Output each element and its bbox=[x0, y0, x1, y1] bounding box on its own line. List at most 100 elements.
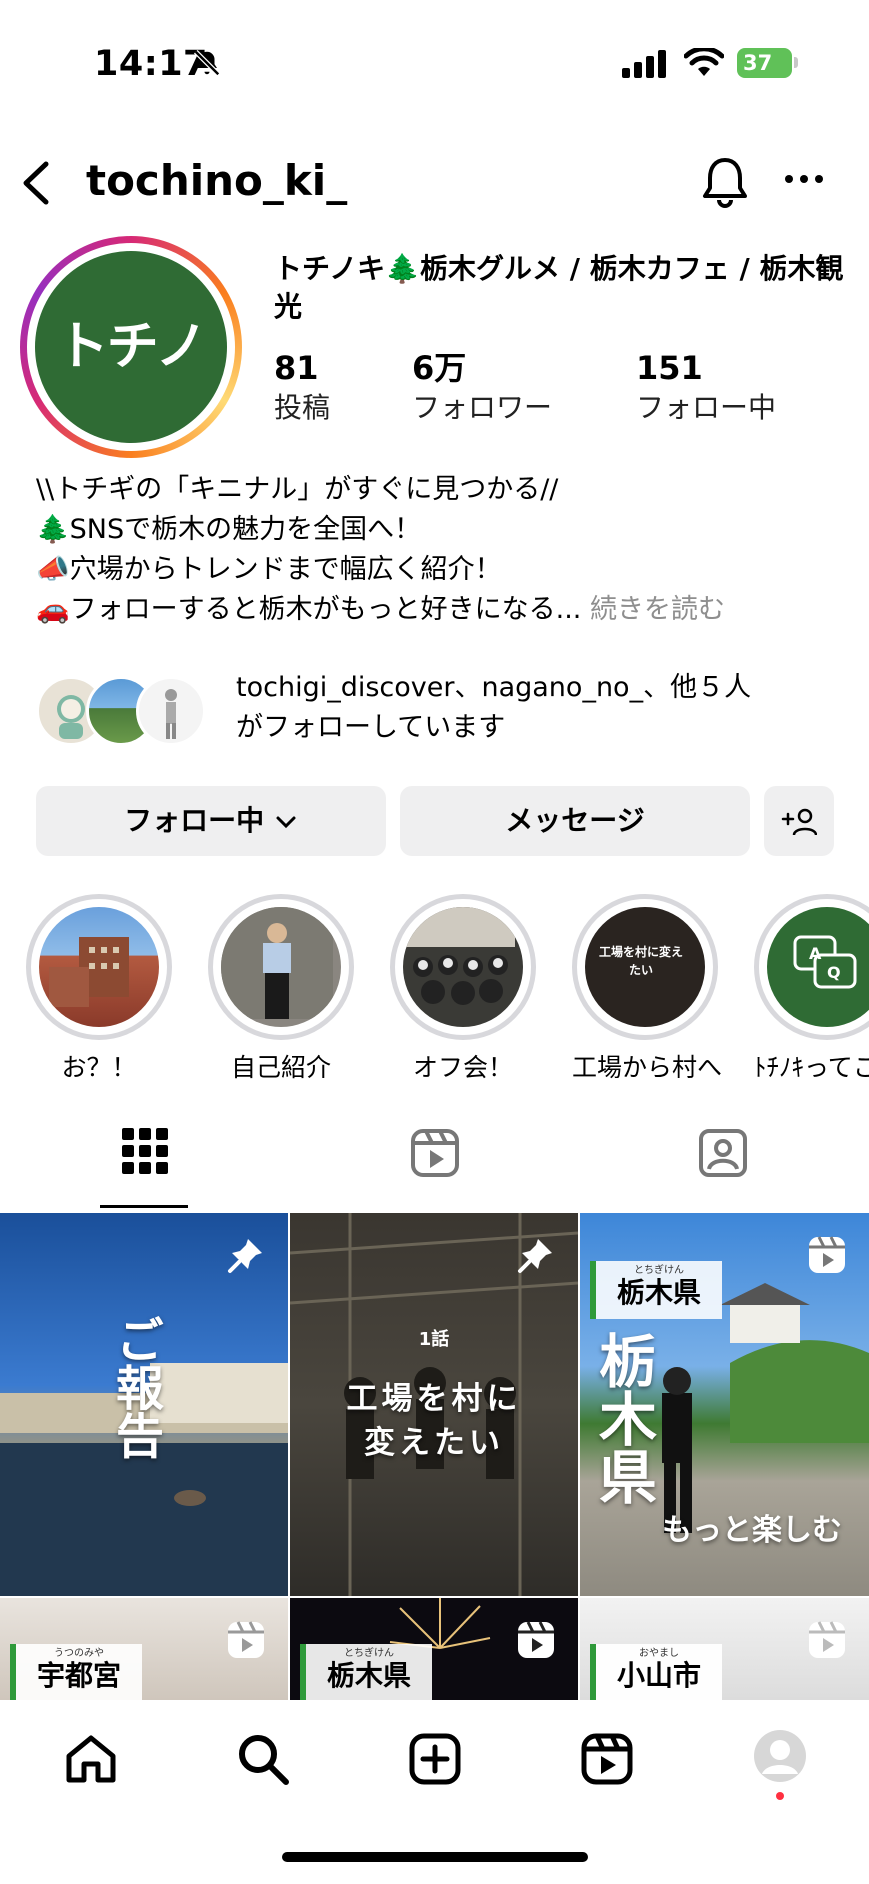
profile-bio: \\トチギの「キニナル」がすぐに見つかる// 🌲SNSで栃木の魅力を全国へ！ 📣… bbox=[36, 470, 846, 630]
username-title: tochino_ki_ bbox=[86, 156, 348, 205]
bio-more-link[interactable]: 続きを読む bbox=[590, 594, 725, 625]
tagged-tab-icon[interactable] bbox=[698, 1128, 748, 1182]
highlight-label: ﾄﾁﾉｷってこ bbox=[754, 1053, 869, 1082]
profile-avatar[interactable]: トチノキ bbox=[20, 236, 242, 569]
highlight-item[interactable]: お？！ bbox=[26, 894, 172, 1084]
message-button[interactable]: メッセージ bbox=[400, 786, 750, 856]
highlight-item[interactable]: 工場を村に変えたい 工場から村へ bbox=[572, 894, 723, 1084]
highlight-item[interactable]: AQ ﾄﾁﾉｷってこ bbox=[754, 894, 869, 1084]
reel-icon bbox=[516, 1620, 556, 1664]
chevron-down-icon bbox=[274, 804, 298, 837]
location-tag: とちぎけん 栃木県 bbox=[590, 1261, 722, 1319]
home-indicator bbox=[282, 1852, 588, 1862]
stat-followers-label: フォロワー bbox=[412, 391, 553, 424]
profile-header: tochino_ki_ bbox=[0, 150, 869, 220]
bio-line: 🚗フォローすると栃木がもっと好きになる... 続きを読む bbox=[36, 590, 846, 630]
highlight-item[interactable]: オフ会！ bbox=[390, 894, 536, 1084]
profile-avatar-nav[interactable] bbox=[752, 1728, 808, 1788]
pin-icon bbox=[226, 1235, 266, 1279]
stat-following-label: フォロー中 bbox=[636, 391, 777, 424]
highlight-label: 自己紹介 bbox=[230, 1053, 331, 1082]
suggest-people-button[interactable] bbox=[764, 786, 834, 856]
brand-logo: トチノキ bbox=[35, 251, 227, 569]
following-label: フォロー中 bbox=[124, 804, 265, 837]
pin-icon bbox=[516, 1235, 556, 1279]
highlight-cover bbox=[39, 907, 159, 1027]
post-caption: 工場を村に bbox=[346, 1381, 522, 1417]
active-tab-indicator bbox=[100, 1205, 188, 1208]
grid-tab-icon[interactable] bbox=[122, 1128, 168, 1178]
highlight-label: 工場から村へ bbox=[572, 1053, 723, 1082]
bio-line-text: 🚗フォローすると栃木がもっと好きになる... bbox=[36, 594, 582, 625]
wifi-icon bbox=[683, 46, 725, 82]
stat-posts-value: 81 bbox=[274, 349, 319, 387]
mutual-followers[interactable]: tochigi_discover、nagano_no_、他５人 がフォローしてい… bbox=[36, 668, 856, 748]
location-tag-ruby: うつのみや bbox=[54, 1648, 104, 1659]
mutual-followers-text: tochigi_discover、nagano_no_、他５人 がフォローしてい… bbox=[236, 668, 856, 748]
stat-followers[interactable]: 6万 フォロワー bbox=[412, 348, 552, 428]
svg-text:Q: Q bbox=[827, 963, 841, 982]
reel-icon bbox=[807, 1235, 847, 1279]
location-tag-text: 栃木県 bbox=[326, 1659, 411, 1692]
cellular-signal-icon bbox=[622, 50, 666, 82]
location-tag-ruby: とちぎけん bbox=[634, 1265, 684, 1276]
post-tile[interactable]: とちぎけん 栃木県 bbox=[290, 1598, 578, 1700]
reel-icon bbox=[807, 1620, 847, 1664]
post-tile[interactable]: うつのみや 宇都宮 bbox=[0, 1598, 288, 1700]
post-tile[interactable]: おやまし 小山市 bbox=[580, 1598, 869, 1700]
mutual-followers-names: tochigi_discover、nagano_no_、他５人 bbox=[236, 672, 752, 703]
reel-icon bbox=[226, 1620, 266, 1664]
location-tag: うつのみや 宇都宮 bbox=[10, 1644, 142, 1700]
mutual-avatar bbox=[136, 676, 206, 746]
location-tag: おやまし 小山市 bbox=[590, 1644, 722, 1700]
location-tag: とちぎけん 栃木県 bbox=[300, 1644, 432, 1700]
post-caption-vertical: ご報告 bbox=[107, 1315, 163, 1459]
display-name: トチノキ🌲栃木グルメ / 栃木カフェ / 栃木観光 bbox=[274, 252, 844, 323]
create-post-icon[interactable] bbox=[408, 1732, 462, 1790]
location-tag-text: 栃木県 bbox=[616, 1276, 701, 1309]
highlight-cover: AQ bbox=[767, 907, 869, 1027]
bio-line: 🌲SNSで栃木の魅力を全国へ！ bbox=[36, 514, 422, 545]
battery-tip bbox=[794, 57, 798, 68]
mutual-followers-suffix: がフォローしています bbox=[236, 712, 506, 743]
status-bar: 14:17 37 bbox=[0, 0, 869, 120]
highlight-cover bbox=[403, 907, 523, 1027]
location-tag-ruby: おやまし bbox=[639, 1648, 679, 1659]
bio-line: \\トチギの「キニナル」がすぐに見つかる// bbox=[36, 474, 559, 505]
reels-tab-icon[interactable] bbox=[410, 1128, 460, 1182]
highlight-cover bbox=[221, 907, 341, 1027]
status-time: 14:17 bbox=[94, 44, 208, 84]
location-tag-text: 宇都宮 bbox=[36, 1659, 121, 1692]
stat-following[interactable]: 151 フォロー中 bbox=[636, 348, 776, 428]
back-arrow-icon[interactable] bbox=[16, 158, 56, 212]
location-tag-ruby: とちぎけん bbox=[344, 1648, 394, 1659]
highlight-item[interactable]: 自己紹介 bbox=[208, 894, 354, 1084]
reels-nav-icon[interactable] bbox=[580, 1732, 634, 1790]
add-person-icon bbox=[781, 804, 818, 837]
post-tile[interactable]: とちぎけん 栃木県 栃木県 もっと楽しむ bbox=[580, 1213, 869, 1596]
following-button[interactable]: フォロー中 bbox=[36, 786, 386, 856]
stat-following-value: 151 bbox=[636, 349, 703, 387]
post-tile[interactable]: ご報告 bbox=[0, 1213, 288, 1596]
search-icon[interactable] bbox=[236, 1732, 290, 1790]
stat-posts-label: 投稿 bbox=[274, 391, 331, 424]
post-caption: もっと楽しむ bbox=[662, 1513, 842, 1548]
notification-dot bbox=[776, 1792, 784, 1800]
stat-posts[interactable]: 81 投稿 bbox=[274, 348, 330, 428]
highlight-label: オフ会！ bbox=[412, 1053, 513, 1082]
post-tile[interactable]: 1話 工場を村に 変えたい bbox=[290, 1213, 578, 1596]
bio-line: 📣穴場からトレンドまで幅広く紹介！ bbox=[36, 554, 502, 585]
post-big-vertical-text: 栃木県 bbox=[589, 1331, 657, 1505]
post-caption: 変えたい bbox=[364, 1425, 504, 1461]
more-options-icon[interactable] bbox=[784, 170, 824, 189]
post-episode-label: 1話 bbox=[418, 1329, 450, 1350]
highlight-cover: 工場を村に変えたい bbox=[585, 907, 705, 1027]
silent-mode-icon bbox=[192, 48, 222, 82]
svg-text:A: A bbox=[809, 944, 822, 963]
highlight-label: お？！ bbox=[61, 1053, 137, 1082]
home-icon[interactable] bbox=[64, 1732, 118, 1790]
highlight-cover-text: 工場を村に変えたい bbox=[599, 945, 684, 977]
notification-bell-icon[interactable] bbox=[700, 154, 750, 214]
location-tag-text: 小山市 bbox=[616, 1659, 701, 1692]
stat-followers-value: 6万 bbox=[412, 349, 467, 387]
